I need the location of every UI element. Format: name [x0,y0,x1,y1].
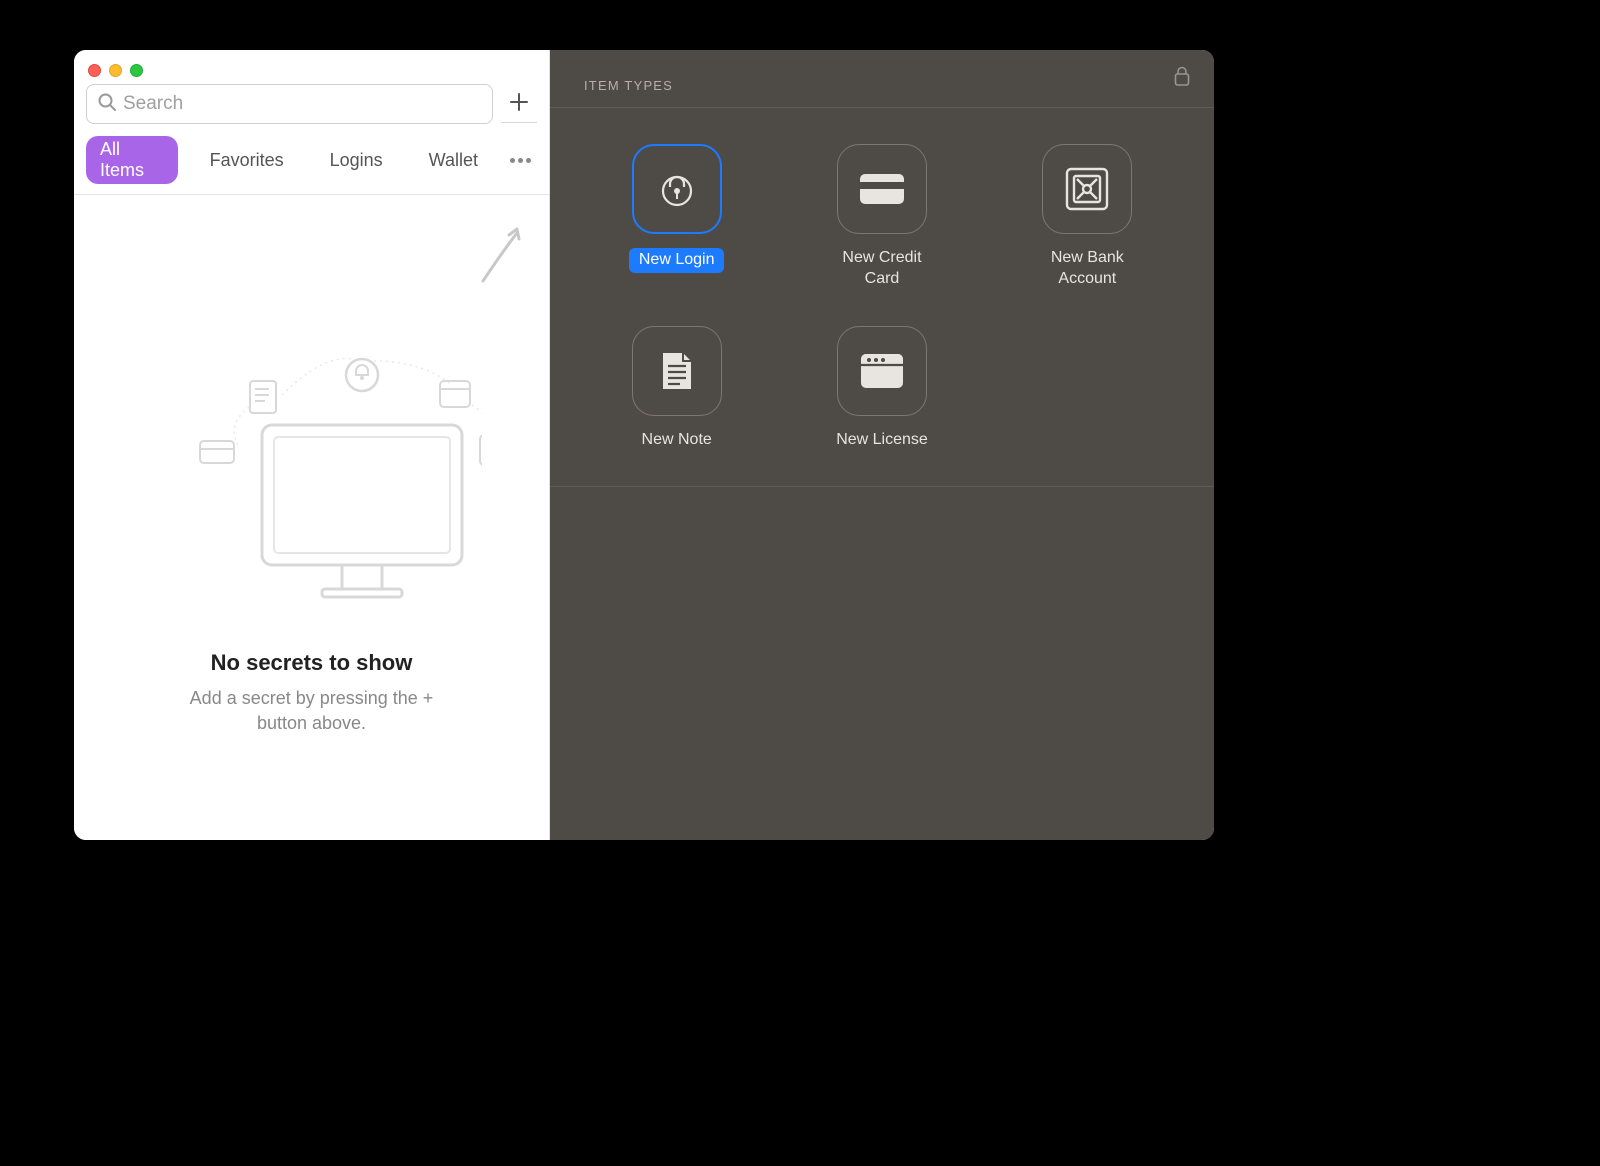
close-window-button[interactable] [88,64,101,77]
toolbar [74,80,549,130]
item-type-grid: New Login New Credit Card [550,108,1214,487]
window-controls [74,50,549,80]
item-type-login[interactable]: New Login [584,144,769,290]
tab-logins[interactable]: Logins [316,147,397,174]
item-type-note[interactable]: New Note [584,326,769,451]
lock-icon [1174,66,1190,86]
item-type-credit-card-label: New Credit Card [827,248,937,290]
plus-icon [509,88,529,119]
item-type-license-label: New License [836,430,928,451]
tab-wallet[interactable]: Wallet [415,147,492,174]
tab-all-items[interactable]: All Items [86,136,178,184]
more-tabs-button[interactable] [510,158,537,163]
empty-title: No secrets to show [211,650,413,676]
license-icon [837,326,927,416]
section-header: ITEM TYPES [550,50,1214,108]
credit-card-icon [837,144,927,234]
search-icon [97,92,123,117]
zoom-window-button[interactable] [130,64,143,77]
empty-illustration-icon [142,195,482,610]
app-window: All Items Favorites Logins Wallet [74,50,1214,840]
filter-tabs: All Items Favorites Logins Wallet [74,130,549,195]
safe-icon [1042,144,1132,234]
minimize-window-button[interactable] [109,64,122,77]
item-type-bank-account[interactable]: New Bank Account [995,144,1180,290]
note-icon [632,326,722,416]
item-type-license[interactable]: New License [789,326,974,451]
tab-favorites[interactable]: Favorites [196,147,298,174]
search-box[interactable] [86,84,493,124]
empty-state: No secrets to show Add a secret by press… [74,195,549,840]
lock-app-button[interactable] [1174,66,1190,91]
add-button[interactable] [501,85,537,123]
left-panel: All Items Favorites Logins Wallet [74,50,550,840]
item-type-credit-card[interactable]: New Credit Card [789,144,974,290]
search-input[interactable] [123,93,482,115]
item-type-bank-account-label: New Bank Account [1032,248,1142,290]
item-type-note-label: New Note [642,430,712,451]
dots-icon [510,158,515,163]
hint-arrow-icon [477,225,527,290]
empty-subtitle: Add a secret by pressing the + button ab… [172,686,452,736]
login-icon [632,144,722,234]
right-panel: ITEM TYPES New Login [550,50,1214,840]
item-type-login-label: New Login [629,248,725,273]
